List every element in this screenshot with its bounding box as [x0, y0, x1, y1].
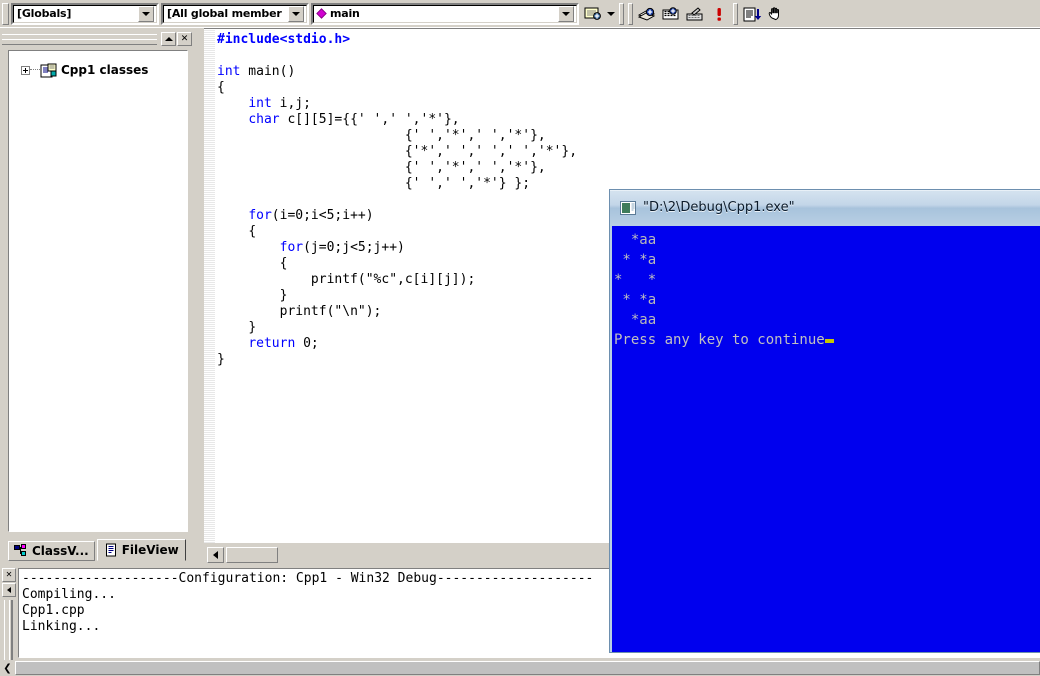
console-line: * *: [614, 272, 657, 288]
tab-classview[interactable]: ClassV...: [8, 541, 95, 561]
code-line: }: [217, 352, 225, 367]
code-line: for(i=0;i<5;i++): [248, 208, 374, 223]
console-line: * *a: [614, 252, 657, 268]
scroll-thumb[interactable]: [226, 547, 278, 563]
workspace-pane: ✕ Cpp1 classes ClassV... FileView: [0, 28, 196, 566]
code-line: {: [248, 224, 257, 239]
chevron-down-icon[interactable]: [605, 3, 617, 25]
editor-horizontal-scrollbar[interactable]: [204, 543, 610, 566]
code-line: return 0;: [248, 336, 319, 351]
code-line: }: [248, 320, 257, 335]
code-line: char c[][5]={{' ',' ','*'},: [248, 112, 460, 127]
toolbar-grip[interactable]: [2, 2, 9, 25]
error-exclamation-icon[interactable]: [707, 2, 731, 25]
disable-breakpoint-icon[interactable]: [683, 2, 707, 25]
wizardbar-toolbar: [Globals] [All global member main: [0, 0, 1040, 28]
expand-plus-icon[interactable]: [21, 65, 30, 75]
globals-combo-value: [Globals]: [17, 7, 72, 20]
workspace-tabs: ClassV... FileView: [8, 539, 188, 561]
hand-icon[interactable]: [764, 2, 788, 25]
output-horizontal-scrollbar[interactable]: ❮: [0, 660, 1040, 676]
all-global-members-combo[interactable]: [All global member: [161, 2, 309, 25]
tab-fileview-label: FileView: [121, 543, 179, 557]
console-prompt-line: Press any key to continue: [614, 330, 1040, 350]
toolbar-grip-2[interactable]: [619, 2, 624, 25]
function-combo-value: main: [330, 7, 360, 20]
code-line: {: [217, 80, 225, 95]
classview-icon: [14, 544, 28, 558]
output-pane-grip[interactable]: [4, 600, 13, 662]
console-line: *aa: [614, 232, 657, 248]
tree-item-cpp1-classes[interactable]: Cpp1 classes: [9, 61, 187, 79]
chevron-down-icon[interactable]: [138, 5, 154, 22]
editor-selection-margin[interactable]: [204, 29, 216, 544]
code-line: int i,j;: [248, 96, 311, 111]
edit-code-icon[interactable]: [581, 2, 605, 25]
code-line: {' ','*',' ','*'},: [217, 128, 546, 143]
list-down-arrow-icon[interactable]: [740, 2, 764, 25]
console-window[interactable]: "D:\2\Debug\Cpp1.exe" *aa * *a * * * *a *…: [610, 190, 1040, 652]
workspace-tree[interactable]: Cpp1 classes: [8, 50, 188, 532]
workspace-titlebar[interactable]: ✕: [2, 31, 192, 47]
minimize-icon[interactable]: [161, 32, 176, 46]
code-line: #include<stdio.h>: [217, 32, 351, 47]
console-window-icon: [620, 200, 636, 215]
scroll-left-icon[interactable]: [207, 547, 224, 563]
code-editor-window: #include<stdio.h> int main(){ int i,j; c…: [204, 28, 610, 566]
chevron-down-icon[interactable]: [558, 5, 574, 22]
code-line: int main(): [217, 64, 296, 79]
chevron-down-icon[interactable]: [288, 5, 304, 22]
magenta-diamond-icon: [316, 8, 327, 19]
console-titlebar[interactable]: "D:\2\Debug\Cpp1.exe": [610, 190, 1040, 224]
code-line: {' ',' ','*'} };: [217, 176, 531, 191]
workspace-grip[interactable]: [2, 33, 157, 45]
editor-code-text[interactable]: #include<stdio.h> int main(){ int i,j; c…: [217, 29, 610, 544]
output-pane-buttons: ✕: [2, 568, 16, 598]
console-output-text[interactable]: *aa * *a * * * *a *aa Press any key to con…: [612, 226, 1040, 652]
console-line: * *a: [614, 292, 657, 308]
tree-item-label: Cpp1 classes: [61, 63, 149, 77]
tab-fileview[interactable]: FileView: [96, 539, 186, 561]
console-title-text: "D:\2\Debug\Cpp1.exe": [643, 200, 795, 215]
scroll-left-icon[interactable]: ❮: [0, 660, 15, 676]
toolbar-grip-3[interactable]: [628, 2, 633, 25]
code-line: printf("%c",c[i][j]);: [310, 272, 476, 287]
globals-combo[interactable]: [Globals]: [11, 2, 159, 25]
scroll-track[interactable]: [15, 661, 1040, 675]
code-line: printf("\n");: [279, 304, 382, 319]
code-line: }: [279, 288, 288, 303]
console-prompt-text: Press any key to continue: [614, 332, 825, 348]
code-line: {'*',' ',' ',' ','*'},: [217, 144, 578, 159]
code-line: for(j=0;j<5;j++): [279, 240, 405, 255]
toolbar-grip-4[interactable]: [733, 2, 738, 25]
console-cursor: [824, 339, 834, 343]
visual-cpp-window: [Globals] [All global member main ✕ Cpp1…: [0, 0, 1040, 676]
tree-connector: [30, 69, 40, 71]
tab-classview-label: ClassV...: [32, 544, 89, 558]
function-combo[interactable]: main: [311, 2, 579, 25]
scroll-left-icon[interactable]: [2, 583, 16, 597]
close-icon[interactable]: ✕: [177, 32, 192, 46]
code-line: {: [279, 256, 288, 271]
close-icon[interactable]: ✕: [2, 568, 16, 582]
all-global-members-combo-value: [All global member: [167, 7, 282, 20]
bookmark-icon[interactable]: [659, 2, 683, 25]
breakpoint-icon[interactable]: [635, 2, 659, 25]
console-line: *aa: [614, 312, 657, 328]
code-line: {' ','*',' ','*'},: [217, 160, 546, 175]
vertical-splitter[interactable]: [196, 28, 204, 566]
fileview-icon: [104, 543, 118, 557]
class-folder-icon: [40, 63, 57, 78]
